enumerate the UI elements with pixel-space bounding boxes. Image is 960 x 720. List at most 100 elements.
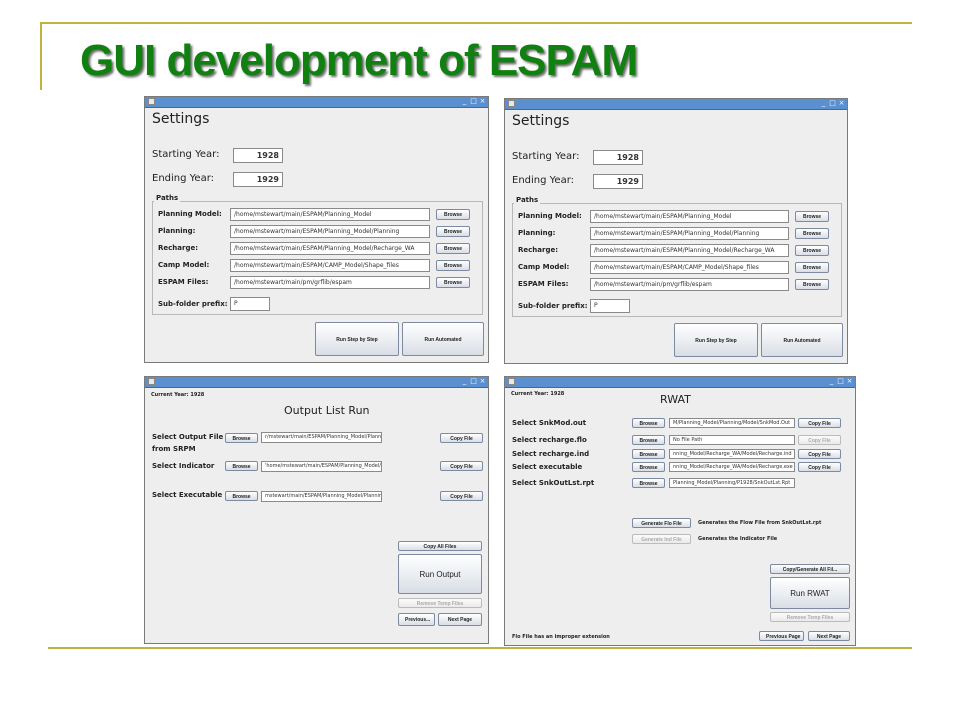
browse-output-button[interactable]: Browse [225, 433, 258, 443]
subfolder-prefix-field[interactable]: P [230, 297, 270, 311]
run-rwat-button[interactable]: Run RWAT [770, 577, 850, 609]
copy-indicator-button[interactable]: Copy File [440, 461, 483, 471]
ending-year-field[interactable]: 1929 [233, 172, 283, 187]
subfolder-prefix-field[interactable]: P [590, 299, 630, 313]
rwat-path-field[interactable]: nning_Model/Recharge_WA/Model/Recharge.i… [669, 449, 795, 459]
path-label: Planning: [518, 229, 556, 237]
maximize-icon[interactable]: □ [470, 377, 477, 386]
previous-button[interactable]: Previous... [398, 613, 435, 626]
rwat-copy-button[interactable]: Copy File [798, 435, 841, 445]
rwat-copy-button[interactable]: Copy File [798, 462, 841, 472]
title-bar: _ □ × [505, 377, 855, 388]
maximize-icon[interactable]: □ [837, 377, 844, 386]
app-icon [148, 98, 155, 105]
browse-button[interactable]: Browse [436, 243, 470, 254]
path-field[interactable]: /home/mstewart/main/ESPAM/Planning_Model… [230, 242, 430, 255]
indicator-file-field[interactable]: 'home/mstewart/main/ESPAM/Planning_Model… [261, 461, 382, 472]
close-icon[interactable]: × [838, 99, 845, 108]
rwat-copy-button[interactable]: Copy File [798, 449, 841, 459]
maximize-icon[interactable]: □ [829, 99, 836, 108]
rwat-row-label: Select recharge.ind [512, 450, 590, 458]
copy-all-files-button[interactable]: Copy All Files [398, 541, 482, 551]
run-output-button[interactable]: Run Output [398, 554, 482, 594]
path-field[interactable]: /home/mstewart/main/pm/grflib/espam [590, 278, 789, 291]
run-automated-button[interactable]: Run Automated [402, 322, 484, 356]
top-rule [40, 22, 912, 24]
rwat-path-field[interactable]: No File Path [669, 435, 795, 445]
app-icon [508, 100, 515, 107]
settings-heading: Settings [512, 113, 570, 129]
rwat-browse-button[interactable]: Browse [632, 435, 665, 445]
rwat-browse-button[interactable]: Browse [632, 449, 665, 459]
copy-output-button[interactable]: Copy File [440, 433, 483, 443]
path-field[interactable]: /home/mstewart/main/ESPAM/CAMP_Model/Sha… [230, 259, 430, 272]
starting-year-field[interactable]: 1928 [233, 148, 283, 163]
path-field[interactable]: /home/mstewart/main/ESPAM/Planning_Model… [230, 225, 430, 238]
path-field[interactable]: /home/mstewart/main/ESPAM/CAMP_Model/Sha… [590, 261, 789, 274]
paths-label: Paths [154, 194, 181, 202]
run-automated-button[interactable]: Run Automated [761, 323, 843, 357]
path-label: Camp Model: [518, 263, 570, 271]
browse-button[interactable]: Browse [795, 262, 829, 273]
path-field[interactable]: /home/mstewart/main/pm/grflib/espam [230, 276, 430, 289]
close-icon[interactable]: × [479, 97, 486, 106]
path-field[interactable]: /home/mstewart/main/ESPAM/Planning_Model… [590, 227, 789, 240]
browse-executable-button[interactable]: Browse [225, 491, 258, 501]
paths-label: Paths [514, 196, 541, 204]
rwat-copy-button[interactable]: Copy File [798, 418, 841, 428]
run-step-by-step-button[interactable]: Run Step by Step [674, 323, 758, 357]
app-icon [148, 378, 155, 385]
select-output-label-2: from SRPM [152, 445, 196, 453]
app-icon [508, 378, 515, 385]
path-label: Planning: [158, 227, 196, 235]
path-field[interactable]: /home/mstewart/main/ESPAM/Planning_Model [230, 208, 430, 221]
run-step-by-step-button[interactable]: Run Step by Step [315, 322, 399, 356]
generate-flo-button[interactable]: Generate Flo File [632, 518, 691, 528]
path-label: Planning Model: [158, 210, 222, 218]
rwat-row-label: Select executable [512, 463, 583, 471]
rwat-path-field[interactable]: Planning_Model/Planning/P1928/SnkOutLst.… [669, 478, 795, 488]
minimize-icon[interactable]: _ [461, 377, 468, 386]
rwat-browse-button[interactable]: Browse [632, 418, 665, 428]
rwat-row-label: Select SnkMod.out [512, 419, 587, 427]
copy-generate-all-button[interactable]: Copy/Generate All Fil... [770, 564, 850, 574]
browse-indicator-button[interactable]: Browse [225, 461, 258, 471]
browse-button[interactable]: Browse [795, 245, 829, 256]
rwat-browse-button[interactable]: Browse [632, 478, 665, 488]
minimize-icon[interactable]: _ [461, 97, 468, 106]
ending-year-field[interactable]: 1929 [593, 174, 643, 189]
minimize-icon[interactable]: _ [820, 99, 827, 108]
rwat-browse-button[interactable]: Browse [632, 462, 665, 472]
copy-executable-button[interactable]: Copy File [440, 491, 483, 501]
settings-heading: Settings [152, 111, 210, 127]
next-page-button[interactable]: Next Page [438, 613, 482, 626]
output-file-field[interactable]: r/mstewart/main/ESPAM/Planning_Model/Pla… [261, 432, 382, 443]
status-message: Flo File has an improper extension [512, 634, 610, 640]
starting-year-field[interactable]: 1928 [593, 150, 643, 165]
next-page-button[interactable]: Next Page [808, 631, 850, 641]
maximize-icon[interactable]: □ [470, 97, 477, 106]
path-field[interactable]: /home/mstewart/main/ESPAM/Planning_Model [590, 210, 789, 223]
browse-button[interactable]: Browse [436, 260, 470, 271]
remove-temp-files-button[interactable]: Remove Temp Files [770, 612, 850, 622]
close-icon[interactable]: × [479, 377, 486, 386]
browse-button[interactable]: Browse [795, 228, 829, 239]
browse-button[interactable]: Browse [795, 211, 829, 222]
generate-ind-description: Generates the Indicator File [698, 536, 778, 542]
browse-button[interactable]: Browse [436, 226, 470, 237]
path-label: ESPAM Files: [518, 280, 569, 288]
rwat-row-label: Select recharge.flo [512, 436, 587, 444]
close-icon[interactable]: × [846, 377, 853, 386]
browse-button[interactable]: Browse [436, 209, 470, 220]
browse-button[interactable]: Browse [795, 279, 829, 290]
executable-file-field[interactable]: mstewart/main/ESPAM/Planning_Model/Plann… [261, 491, 382, 502]
rwat-path-field[interactable]: nning_Model/Recharge_WA/Model/Recharge.e… [669, 462, 795, 472]
remove-temp-files-button[interactable]: Remove Temp Files [398, 598, 482, 608]
rwat-path-field[interactable]: M/Planning_Model/Planning/Model/SnkMod.O… [669, 418, 795, 428]
rwat-window: _ □ × Current Year: 1928 RWAT Select Snk… [504, 376, 856, 646]
generate-ind-button[interactable]: Generate Ind File [632, 534, 691, 544]
minimize-icon[interactable]: _ [828, 377, 835, 386]
path-field[interactable]: /home/mstewart/main/ESPAM/Planning_Model… [590, 244, 789, 257]
browse-button[interactable]: Browse [436, 277, 470, 288]
previous-page-button[interactable]: Previous Page [759, 631, 804, 641]
